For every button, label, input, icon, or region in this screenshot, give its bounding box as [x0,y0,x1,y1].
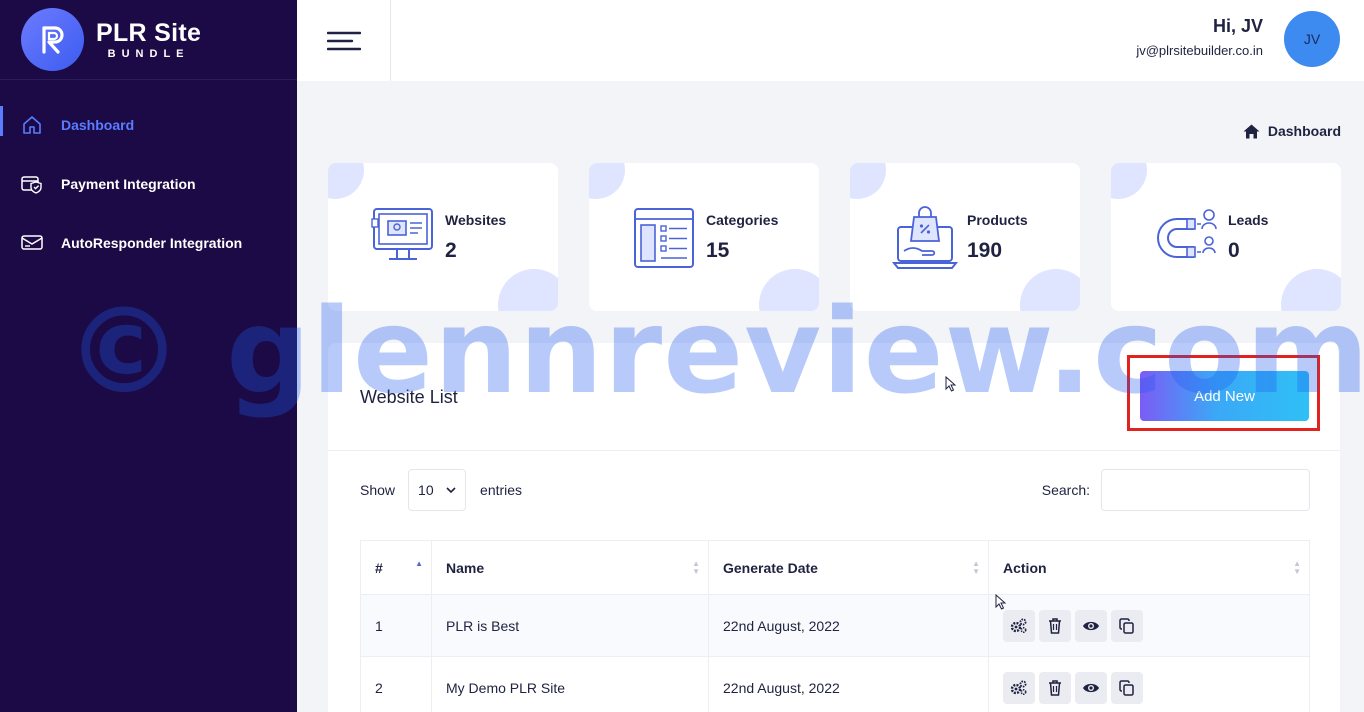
brand-logo-icon [21,8,84,71]
sidebar-item-label: Payment Integration [61,175,196,192]
show-label: Show [360,482,396,498]
sort-icon: ▲ ▼ [1293,559,1301,576]
view-button[interactable] [1075,671,1107,704]
stat-label: Categories [706,212,779,228]
sidebar: PLR Site BUNDLE Dashboard Payment Integr… [0,0,297,712]
user-email: jv@plrsitebuilder.co.in [1136,43,1263,58]
copy-icon [1119,679,1134,696]
duplicate-button[interactable] [1111,671,1143,704]
sidebar-nav: Dashboard Payment Integration AutoRespon… [0,95,297,272]
sidebar-item-label: AutoResponder Integration [61,234,243,251]
table-header-row: # ▲ Name ▲ ▼ Generate Date ▲ ▼ Action ▲ ▼ [360,540,1310,595]
sort-icon: ▲ ▼ [972,559,980,576]
stat-card-categories[interactable]: Categories 15 [589,163,819,311]
column-header-action[interactable]: Action ▲ ▼ [988,540,1310,595]
hamburger-icon [326,31,361,50]
row-actions [988,656,1310,712]
menu-toggle-button[interactable] [297,0,391,81]
brand-subtitle: BUNDLE [107,47,190,60]
categories-icon [634,208,694,268]
row-actions [988,594,1310,657]
settings-button[interactable] [1003,609,1035,642]
chevron-down-icon [446,486,456,493]
sidebar-item-label: Dashboard [61,116,135,133]
row-name: PLR is Best [431,594,709,657]
view-button[interactable] [1075,609,1107,642]
column-header-name[interactable]: Name ▲ ▼ [431,540,709,595]
topbar: Hi, JV jv@plrsitebuilder.co.in JV [297,0,1364,81]
website-table: # ▲ Name ▲ ▼ Generate Date ▲ ▼ Action ▲ ▼ [360,540,1310,712]
row-date: 22nd August, 2022 [708,594,989,657]
entries-label: entries [480,482,523,498]
sidebar-item-payment-integration[interactable]: Payment Integration [0,154,297,213]
website-icon [371,208,433,260]
brand-title: PLR Site [96,18,202,47]
sort-icon: ▲ [415,559,423,568]
entries-select[interactable]: 10 [408,469,467,511]
breadcrumb-label: Dashboard [1267,123,1341,139]
entries-length-control: Show 10 entries [360,469,522,511]
stat-value: 15 [706,239,730,262]
row-number: 2 [360,656,432,712]
home-icon [21,114,43,136]
table-search: Search: [1042,469,1310,511]
mouse-cursor-icon [945,376,956,392]
delete-button[interactable] [1039,671,1071,704]
panel-title: Website List [360,387,458,407]
column-header-number[interactable]: # ▲ [360,540,432,595]
stat-card-websites[interactable]: Websites 2 [328,163,558,311]
stat-value: 0 [1228,239,1240,262]
trash-icon [1049,679,1061,696]
column-header-generate-date[interactable]: Generate Date ▲ ▼ [708,540,989,595]
delete-button[interactable] [1039,609,1071,642]
search-input[interactable] [1101,469,1310,511]
stat-label: Products [967,212,1028,228]
user-greeting: Hi, JV [1212,16,1263,36]
sidebar-item-autoresponder-integration[interactable]: AutoResponder Integration [0,213,297,272]
stat-label: Websites [445,212,507,228]
stat-card-leads[interactable]: Leads 0 [1111,163,1341,311]
brand[interactable]: PLR Site BUNDLE [0,0,297,80]
copy-icon [1119,617,1134,634]
panel-divider [328,450,1340,451]
stat-card-products[interactable]: Products 190 [850,163,1080,311]
breadcrumb[interactable]: Dashboard [1243,123,1341,139]
trash-icon [1049,617,1061,634]
search-label: Search: [1041,482,1090,498]
eye-icon [1083,621,1099,630]
stat-value: 190 [967,239,1003,262]
website-list-panel: Website List Add New Show 10 entries Sea… [328,343,1340,712]
home-icon [1243,124,1260,139]
stat-label: Leads [1228,212,1269,228]
user-info[interactable]: Hi, JV jv@plrsitebuilder.co.in [1136,16,1263,58]
highlight-annotation [1127,355,1320,431]
mouse-cursor-icon [995,594,1006,610]
stat-value: 2 [445,239,457,262]
sidebar-item-dashboard[interactable]: Dashboard [0,95,297,154]
avatar[interactable]: JV [1284,11,1340,67]
entries-select-value: 10 [418,482,434,498]
settings-icon [1010,618,1027,633]
table-row: 1 PLR is Best 22nd August, 2022 [360,594,1310,657]
table-row: 2 My Demo PLR Site 22nd August, 2022 [360,656,1310,712]
row-date: 22nd August, 2022 [708,656,989,712]
settings-button[interactable] [1003,671,1035,704]
sort-icon: ▲ ▼ [692,559,700,576]
leads-magnet-icon [1157,209,1217,258]
eye-icon [1083,683,1099,692]
payment-icon [21,173,43,195]
autoresponder-icon [21,232,43,254]
duplicate-button[interactable] [1111,609,1143,642]
products-icon [892,206,958,269]
settings-icon [1010,680,1027,695]
row-name: My Demo PLR Site [431,656,709,712]
row-number: 1 [360,594,432,657]
